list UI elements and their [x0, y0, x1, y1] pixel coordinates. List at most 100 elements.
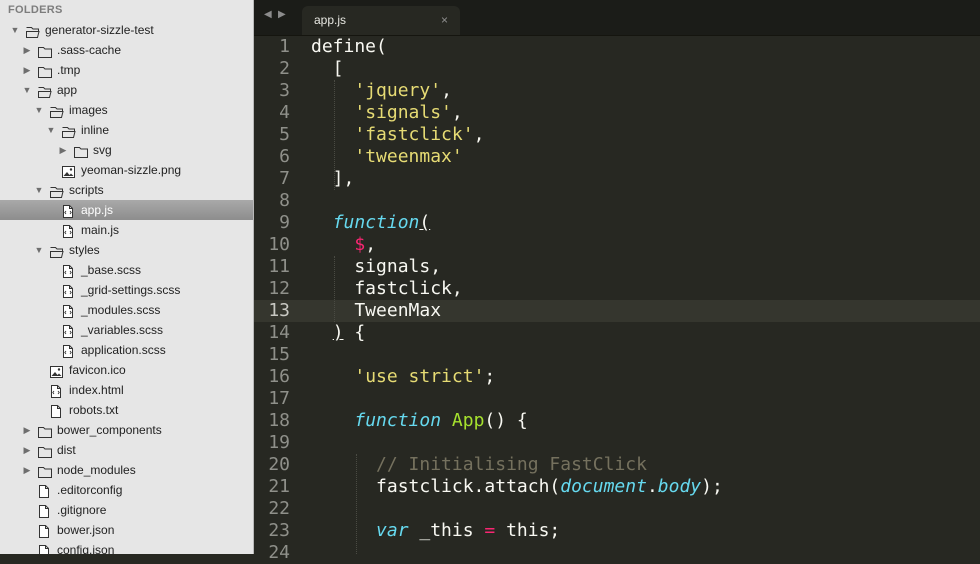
tree-item-label: main.js [81, 223, 120, 237]
tree-item[interactable]: _base.scss [0, 260, 253, 280]
folder-icon [38, 444, 52, 458]
tree-item[interactable]: favicon.ico [0, 360, 253, 380]
tree-item-label: node_modules [57, 463, 136, 477]
tree-item[interactable]: ▼ app [0, 80, 253, 100]
code-line: 3 'jquery', [254, 80, 980, 102]
left-triangle-icon[interactable]: ◀ [264, 9, 272, 20]
code-file-icon [62, 204, 76, 218]
tree-item[interactable]: ▶ .sass-cache [0, 40, 253, 60]
code-file-icon [62, 224, 76, 238]
tree-item[interactable]: application.scss [0, 340, 253, 360]
code-line: 20 // Initialising FastClick [254, 454, 980, 476]
code-token: [ [311, 58, 344, 79]
code-line: 24 [254, 542, 980, 564]
tree-item[interactable]: _variables.scss [0, 320, 253, 340]
code-token: function [332, 212, 420, 233]
code-token: ], [311, 168, 355, 189]
code-area[interactable]: 1 define(2 [3 'jquery', 4 'signals', 5 'fas… [254, 36, 980, 563]
disclosure-collapsed-icon[interactable]: ▶ [21, 40, 33, 60]
tree-item[interactable]: app.js [0, 200, 253, 220]
tree-item[interactable]: ▼ scripts [0, 180, 253, 200]
disclosure-expanded-icon[interactable]: ▼ [33, 240, 45, 260]
line-source: // Initialising FastClick [311, 454, 647, 476]
disclosure-collapsed-icon[interactable]: ▶ [21, 440, 33, 460]
disclosure-collapsed-icon[interactable]: ▶ [21, 420, 33, 440]
code-token: 'jquery' [354, 80, 442, 101]
code-file-icon [62, 324, 76, 338]
tree-item[interactable]: ▼ generator-sizzle-test [0, 20, 253, 40]
tree-item[interactable]: ▶ dist [0, 440, 253, 460]
disclosure-collapsed-icon[interactable]: ▶ [21, 460, 33, 480]
code-token: () { [484, 410, 528, 431]
folder-open-icon [50, 104, 64, 118]
tree-item-label: dist [57, 443, 76, 457]
tree-item[interactable]: ▶ .tmp [0, 60, 253, 80]
tree-item[interactable]: config.json [0, 540, 253, 554]
folder-open-icon [38, 84, 52, 98]
tree-item[interactable]: .editorconfig [0, 480, 253, 500]
code-token: 'tweenmax' [354, 146, 463, 167]
tree-item[interactable]: ▶ svg [0, 140, 253, 160]
file-icon [38, 484, 52, 498]
folder-open-icon [26, 24, 40, 38]
code-token: = [484, 520, 496, 541]
tab-app-js[interactable]: app.js × [302, 6, 460, 36]
line-source: 'fastclick', [311, 124, 484, 146]
line-source: function( [311, 212, 431, 234]
code-line: 23 var _this = this; [254, 520, 980, 542]
tree-item-label: .editorconfig [57, 483, 123, 497]
code-token: TweenMax [311, 300, 442, 321]
folder-icon [38, 44, 52, 58]
line-number: 16 [268, 366, 290, 387]
line-source: var _this = this; [311, 520, 560, 542]
code-token: fastclick, [311, 278, 463, 299]
disclosure-collapsed-icon[interactable]: ▶ [57, 140, 69, 160]
disclosure-expanded-icon[interactable]: ▼ [9, 20, 21, 40]
line-source: 'jquery', [311, 80, 452, 102]
line-source: function App() { [311, 410, 528, 432]
line-number: 13 [268, 300, 290, 321]
tree-item-label: _base.scss [81, 263, 142, 277]
tree-item[interactable]: bower.json [0, 520, 253, 540]
file-icon [38, 544, 52, 554]
code-token: { [343, 322, 366, 343]
code-token: signals, [311, 256, 442, 277]
tree-item[interactable]: ▶ node_modules [0, 460, 253, 480]
tree-item[interactable]: index.html [0, 380, 253, 400]
code-line: 8 [254, 190, 980, 212]
tree-item[interactable]: _modules.scss [0, 300, 253, 320]
code-line: 19 [254, 432, 980, 454]
line-number: 11 [268, 256, 290, 277]
code-token: , [451, 102, 463, 123]
tree-item[interactable]: _grid-settings.scss [0, 280, 253, 300]
tree-item[interactable]: yeoman-sizzle.png [0, 160, 253, 180]
tree-item[interactable]: ▼ images [0, 100, 253, 120]
tree-item[interactable]: ▶ bower_components [0, 420, 253, 440]
tree-item[interactable]: robots.txt [0, 400, 253, 420]
code-token: fastclick.attach( [311, 476, 561, 497]
disclosure-collapsed-icon[interactable]: ▶ [21, 60, 33, 80]
tree-item-label: .tmp [57, 63, 81, 77]
tree-item[interactable]: .gitignore [0, 500, 253, 520]
disclosure-expanded-icon[interactable]: ▼ [33, 100, 45, 120]
tree-item-label: robots.txt [69, 403, 119, 417]
close-icon[interactable]: × [441, 13, 448, 27]
tree-item[interactable]: main.js [0, 220, 253, 240]
right-triangle-icon[interactable]: ▶ [278, 9, 286, 20]
file-icon [50, 404, 64, 418]
line-number: 8 [279, 190, 290, 211]
disclosure-expanded-icon[interactable]: ▼ [45, 120, 57, 140]
tree-item[interactable]: ▼ styles [0, 240, 253, 260]
disclosure-expanded-icon[interactable]: ▼ [21, 80, 33, 100]
tree-item[interactable]: ▼ inline [0, 120, 253, 140]
disclosure-expanded-icon[interactable]: ▼ [33, 180, 45, 200]
code-token: , [473, 124, 485, 145]
line-source: 'tweenmax' [311, 146, 463, 168]
folder-icon [74, 144, 88, 158]
